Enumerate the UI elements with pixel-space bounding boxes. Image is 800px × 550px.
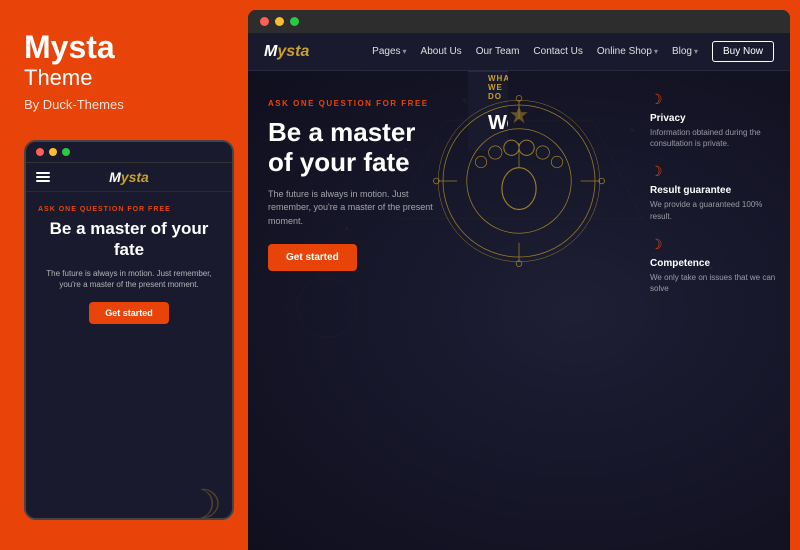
privacy-title: Privacy [650,113,780,124]
browser-dot-green [290,17,299,26]
feature-competence: ☽ Competence We only take on issues that… [650,236,780,294]
browser-content: Mysta Pages ▾ About Us Our Team Contact … [248,33,790,550]
brand-by: By Duck-Themes [24,97,224,112]
privacy-icon: ☽ [650,91,780,108]
shop-arrow-icon: ▾ [654,47,658,56]
mobile-dot-red [36,148,44,156]
brand-title: Mysta [24,30,224,65]
mobile-subtext: The future is always in motion. Just rem… [38,268,220,290]
browser-topbar [248,10,790,33]
privacy-text: Information obtained during the consulta… [650,127,780,149]
mobile-dot-yellow [49,148,57,156]
mobile-mockup: Mysta ASK ONE QUESTION FOR FREE Be a mas… [24,140,234,520]
nav-about[interactable]: About Us [421,46,462,57]
mobile-crescent-icon: ☽ [186,482,222,518]
nav-team[interactable]: Our Team [476,46,520,57]
nav-blog[interactable]: Blog ▾ [672,46,698,57]
mobile-cta-button[interactable]: Get started [89,302,169,324]
competence-text: We only take on issues that we can solve [650,272,780,294]
mobile-dot-green [62,148,70,156]
left-panel: Mysta Theme By Duck-Themes Mysta ASK ONE… [0,0,248,550]
hero-features: ☽ Privacy Information obtained during th… [650,91,780,294]
feature-guarantee: ☽ Result guarantee We provide a guarante… [650,163,780,221]
mobile-content: ASK ONE QUESTION FOR FREE Be a master of… [26,192,232,518]
hero-illustration [419,81,619,281]
nav-links: Pages ▾ About Us Our Team Contact Us Onl… [372,41,774,62]
browser-dot-red [260,17,269,26]
mystical-circle-svg [424,86,614,276]
hamburger-icon[interactable] [36,172,50,182]
mobile-logo: Mysta [109,169,149,185]
mobile-ask-label: ASK ONE QUESTION FOR FREE [38,206,220,213]
blog-arrow-icon: ▾ [694,47,698,56]
buy-now-button[interactable]: Buy Now [712,41,774,62]
feature-privacy: ☽ Privacy Information obtained during th… [650,91,780,149]
brand-subtitle: Theme [24,65,224,91]
desktop-mockup: Mysta Pages ▾ About Us Our Team Contact … [248,10,790,550]
mobile-topbar [26,142,232,163]
nav-shop[interactable]: Online Shop ▾ [597,46,658,57]
competence-title: Competence [650,258,780,269]
brand-section: Mysta Theme By Duck-Themes [24,30,224,140]
mobile-headline: Be a master of your fate [38,219,220,260]
nav-contact[interactable]: Contact Us [533,46,582,57]
site-nav: Mysta Pages ▾ About Us Our Team Contact … [248,33,790,71]
browser-dot-yellow [275,17,284,26]
guarantee-text: We provide a guaranteed 100% result. [650,199,780,221]
site-hero: ASK ONE QUESTION FOR FREE Be a master of… [248,71,790,550]
competence-icon: ☽ [650,236,780,253]
pages-arrow-icon: ▾ [403,47,407,56]
nav-pages[interactable]: Pages ▾ [372,46,406,57]
guarantee-icon: ☽ [650,163,780,180]
mobile-nav: Mysta [26,163,232,192]
site-logo: Mysta [264,43,309,61]
guarantee-title: Result guarantee [650,185,780,196]
hero-cta-button[interactable]: Get started [268,244,357,271]
